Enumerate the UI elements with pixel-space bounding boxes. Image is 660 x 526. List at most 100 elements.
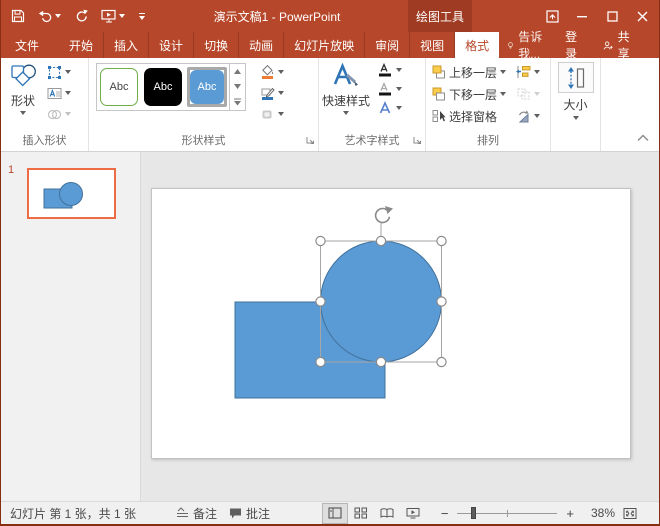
wordart-styles-dialog-launcher[interactable]	[413, 134, 422, 148]
zoom-slider-thumb[interactable]	[471, 507, 476, 519]
selection-pane-icon	[432, 109, 446, 123]
gallery-scroll	[229, 64, 245, 110]
align-button[interactable]	[514, 64, 542, 80]
scroll-up-icon	[234, 69, 241, 74]
shape-fill-caret[interactable]	[278, 70, 284, 74]
rotate-icon	[516, 109, 531, 123]
text-box-button[interactable]	[45, 85, 73, 101]
reading-view-button[interactable]	[374, 503, 400, 524]
save-icon	[11, 9, 25, 23]
send-backward-button[interactable]: 下移一层	[432, 86, 506, 102]
start-slideshow-button[interactable]	[99, 4, 127, 28]
zoom-percentage[interactable]: 38%	[581, 506, 615, 520]
shape-effects-button[interactable]	[258, 106, 286, 122]
merge-shapes-button[interactable]	[45, 106, 73, 122]
comments-button[interactable]: 批注	[223, 502, 276, 524]
text-box-icon	[47, 86, 62, 101]
tell-me-box[interactable]: 告诉我...	[499, 32, 553, 58]
minimize-icon	[577, 11, 588, 22]
selection-pane-button[interactable]: 选择窗格	[432, 108, 506, 124]
text-fill-caret[interactable]	[396, 68, 402, 72]
text-fill-button[interactable]	[375, 62, 404, 78]
zoom-in-button[interactable]: +	[563, 506, 577, 521]
shape-outline-button[interactable]	[258, 85, 286, 101]
shape-outline-caret[interactable]	[278, 91, 284, 95]
tell-me-label: 告诉我...	[518, 28, 545, 62]
text-effects-button[interactable]	[375, 100, 404, 116]
edit-shape-caret[interactable]	[65, 70, 71, 74]
text-box-caret[interactable]	[65, 91, 71, 95]
tab-review[interactable]: 审阅	[365, 32, 410, 58]
size-label-block: 大小	[551, 96, 600, 120]
reading-view-icon	[380, 507, 394, 519]
size-button[interactable]	[558, 62, 594, 93]
slide-canvas[interactable]	[151, 188, 631, 459]
close-icon	[637, 11, 648, 22]
selection-pane-label: 选择窗格	[449, 108, 497, 125]
shape-fill-button[interactable]	[258, 64, 286, 80]
tab-slide-show[interactable]: 幻灯片放映	[284, 32, 365, 58]
tab-file[interactable]: 文件	[1, 32, 53, 58]
text-outline-caret[interactable]	[396, 87, 402, 91]
gallery-more-button[interactable]	[230, 95, 245, 110]
tab-format[interactable]: 格式	[455, 32, 499, 58]
shape-style-tile-3-selected[interactable]: Abc	[190, 70, 224, 104]
slide-editing-area[interactable]	[142, 152, 659, 501]
slide-sorter-view-button[interactable]	[348, 503, 374, 524]
tab-transitions[interactable]: 切换	[194, 32, 239, 58]
zoom-out-button[interactable]: −	[438, 506, 452, 521]
quick-styles-caret[interactable]	[343, 111, 349, 115]
quick-styles-label: 快速样式	[322, 92, 370, 109]
shape-effects-caret[interactable]	[278, 112, 284, 116]
shape-style-tile-2[interactable]: Abc	[144, 68, 182, 106]
slideshow-view-button[interactable]	[400, 503, 426, 524]
text-effects-icon	[377, 100, 393, 116]
tab-insert[interactable]: 插入	[104, 32, 149, 58]
oval-shape-selected[interactable]	[321, 241, 442, 362]
view-switcher	[322, 503, 426, 524]
fit-slide-to-window-button[interactable]	[623, 507, 637, 520]
shape-style-tile-1[interactable]: Abc	[100, 68, 138, 106]
shapes-label: 形状	[11, 92, 35, 109]
align-caret[interactable]	[534, 70, 540, 74]
slide-1-thumbnail[interactable]	[27, 168, 116, 219]
text-outline-button[interactable]	[375, 81, 404, 97]
rotate-caret[interactable]	[534, 114, 540, 118]
tab-view[interactable]: 视图	[410, 32, 455, 58]
shapes-dropdown-caret[interactable]	[20, 111, 26, 115]
gallery-scroll-up-button[interactable]	[230, 64, 245, 79]
normal-view-button[interactable]	[322, 503, 348, 524]
bring-forward-button[interactable]: 上移一层	[432, 64, 506, 80]
fit-to-window-icon	[623, 507, 637, 520]
tab-design[interactable]: 设计	[149, 32, 194, 58]
gallery-scroll-down-button[interactable]	[230, 79, 245, 94]
window-controls	[537, 0, 657, 32]
edit-shape-button[interactable]	[45, 64, 73, 80]
customize-qat-button[interactable]	[136, 4, 148, 28]
workspace: 1	[1, 152, 659, 501]
slideshow-dropdown-caret[interactable]	[119, 14, 125, 18]
slide-thumbnail-panel[interactable]: 1	[1, 152, 141, 501]
collapse-ribbon-icon	[637, 134, 649, 142]
notes-label: 备注	[193, 505, 217, 522]
rotate-button[interactable]	[514, 108, 542, 124]
share-button[interactable]: 共享	[589, 32, 648, 58]
zoom-slider[interactable]	[457, 506, 557, 520]
tab-animations[interactable]: 动画	[239, 32, 284, 58]
shape-styles-dialog-launcher[interactable]	[306, 134, 315, 148]
size-caret[interactable]	[573, 116, 579, 120]
notes-button[interactable]: 备注	[170, 502, 223, 524]
tab-home[interactable]: 开始	[59, 32, 104, 58]
send-backward-label: 下移一层	[449, 86, 497, 103]
collapse-ribbon-button[interactable]	[637, 131, 649, 145]
customize-qat-icon	[138, 12, 146, 21]
sign-in-button[interactable]: 登录	[553, 32, 589, 58]
status-bar: 幻灯片 第 1 张，共 1 张 备注 批注 −	[1, 501, 659, 524]
maximize-icon	[607, 11, 618, 22]
text-effects-caret[interactable]	[396, 106, 402, 110]
redo-button[interactable]	[72, 4, 90, 28]
undo-dropdown-caret[interactable]	[55, 14, 61, 18]
save-button[interactable]	[9, 4, 27, 28]
undo-button[interactable]	[36, 4, 63, 28]
dialog-launcher-icon	[306, 136, 315, 145]
